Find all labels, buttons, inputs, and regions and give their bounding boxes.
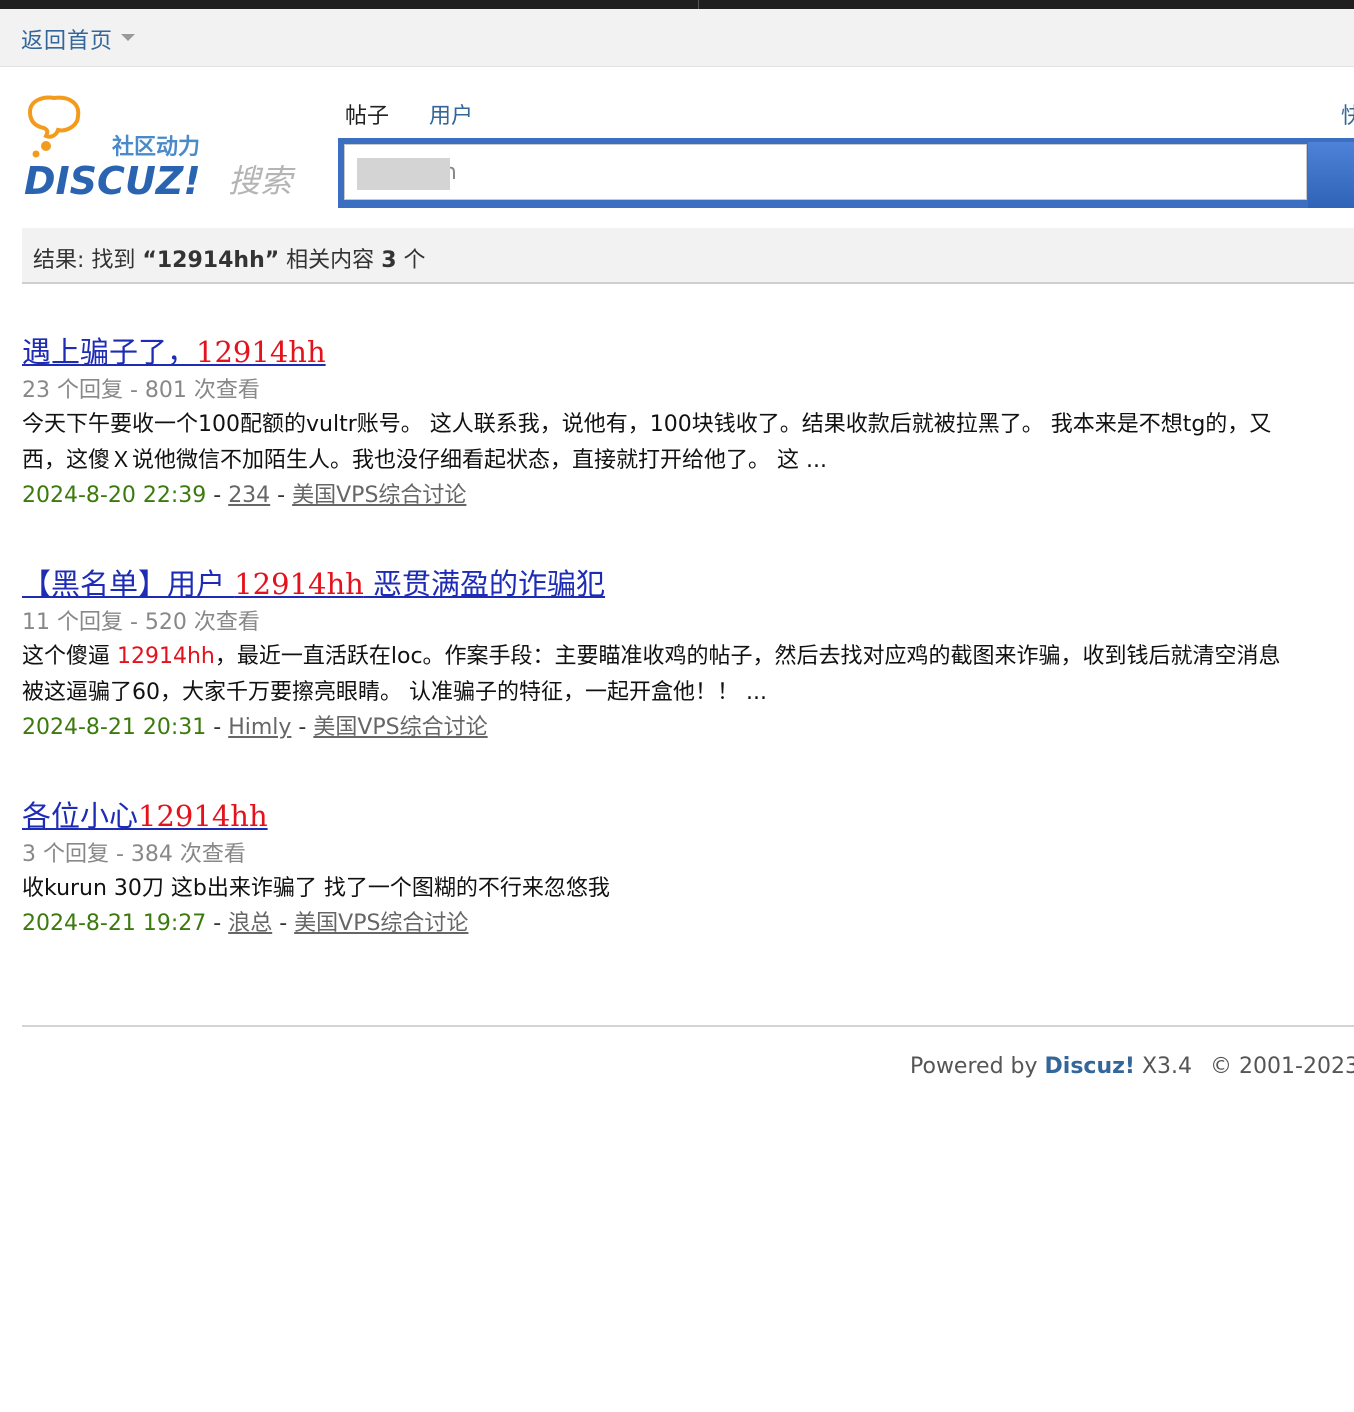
search-input[interactable]	[344, 144, 1307, 200]
summary-query: “12914hh”	[142, 248, 280, 273]
result-info: 2024-8-20 22:39 - 234 - 美国VPS综合讨论	[22, 483, 467, 508]
result-snippet: 今天下午要收一个100配额的vultr账号。 这人联系我，说他有，100块钱收了…	[22, 412, 1272, 437]
result-meta: 23 个回复 - 801 次查看	[22, 378, 260, 403]
result-author-link[interactable]: 234	[228, 483, 270, 508]
footer: Powered by Discuz! X3.4 © 2001-2023	[910, 1054, 1354, 1079]
result-title-link[interactable]: 各位小心12914hh	[22, 797, 268, 835]
logo-search-word: 搜索	[228, 162, 296, 200]
footer-copyright: © 2001-2023	[1210, 1054, 1354, 1079]
result-meta: 3 个回复 - 384 次查看	[22, 842, 246, 867]
result-item: 各位小心12914hh 3 个回复 - 384 次查看 收kurun 30刀 这…	[22, 797, 1354, 941]
result-snippet-line2: 西，这傻Ｘ说他微信不加陌生人。我也没仔细看起状态，直接就打开给他了。 这 ...	[22, 448, 827, 473]
result-info: 2024-8-21 19:27 - 浪总 - 美国VPS综合讨论	[22, 911, 469, 936]
footer-brand-link[interactable]: Discuz!	[1045, 1054, 1135, 1079]
logo-tagline: 社区动力	[112, 134, 200, 160]
result-forum-link[interactable]: 美国VPS综合讨论	[313, 715, 487, 740]
summary-prefix: 结果: 找到	[33, 248, 143, 273]
result-item: 遇上骗子了，12914hh 23 个回复 - 801 次查看 今天下午要收一个1…	[22, 333, 1354, 513]
result-summary: 结果: 找到 “12914hh” 相关内容 3 个	[22, 228, 1354, 284]
result-snippet: 这个傻逼 12914hh，最近一直活跃在loc。作案手段：主要瞄准收鸡的帖子，然…	[22, 644, 1281, 669]
result-meta: 11 个回复 - 520 次查看	[22, 610, 260, 635]
result-snippet: 收kurun 30刀 这b出来诈骗了 找了一个图糊的不行来忽悠我	[22, 876, 610, 901]
nav-bar: 返回首页	[0, 9, 1354, 67]
result-date: 2024-8-21 19:27	[22, 911, 207, 936]
search-box	[338, 138, 1354, 208]
tab-posts[interactable]: 帖子	[345, 98, 389, 130]
search-button[interactable]	[1308, 142, 1354, 208]
tab-users[interactable]: 用户	[429, 98, 473, 130]
footer-divider	[22, 1025, 1354, 1027]
result-date: 2024-8-21 20:31	[22, 715, 207, 740]
top-bar-divider	[698, 0, 699, 9]
result-author-link[interactable]: Himly	[228, 715, 291, 740]
home-link[interactable]: 返回首页	[21, 23, 113, 55]
logo-brand: DISCUZ!	[24, 159, 201, 203]
tab-more[interactable]: 快	[1341, 98, 1354, 130]
discuz-logo[interactable]: 社区动力 DISCUZ! 搜索	[22, 92, 312, 204]
result-snippet-line2: 被这逼骗了60，大家千万要擦亮眼睛。 认准骗子的特征，一起开盒他！！ ...	[22, 680, 767, 705]
result-title-link[interactable]: 【黑名单】用户 12914hh 恶贯满盈的诈骗犯	[22, 565, 605, 603]
result-date: 2024-8-20 22:39	[22, 483, 207, 508]
result-item: 【黑名单】用户 12914hh 恶贯满盈的诈骗犯 11 个回复 - 520 次查…	[22, 565, 1354, 745]
chevron-down-icon[interactable]	[121, 34, 135, 41]
result-title-link[interactable]: 遇上骗子了，12914hh	[22, 333, 326, 371]
result-forum-link[interactable]: 美国VPS综合讨论	[294, 911, 468, 936]
result-forum-link[interactable]: 美国VPS综合讨论	[292, 483, 466, 508]
result-author-link[interactable]: 浪总	[228, 911, 272, 936]
result-info: 2024-8-21 20:31 - Himly - 美国VPS综合讨论	[22, 715, 488, 740]
summary-count: 3	[381, 248, 397, 273]
summary-suffix: 个	[396, 248, 426, 273]
browser-top-bar	[0, 0, 1354, 9]
summary-middle: 相关内容	[279, 248, 382, 273]
footer-version: X3.4	[1134, 1054, 1193, 1079]
footer-powered: Powered by	[910, 1054, 1045, 1079]
speech-bubble-icon	[27, 95, 81, 158]
